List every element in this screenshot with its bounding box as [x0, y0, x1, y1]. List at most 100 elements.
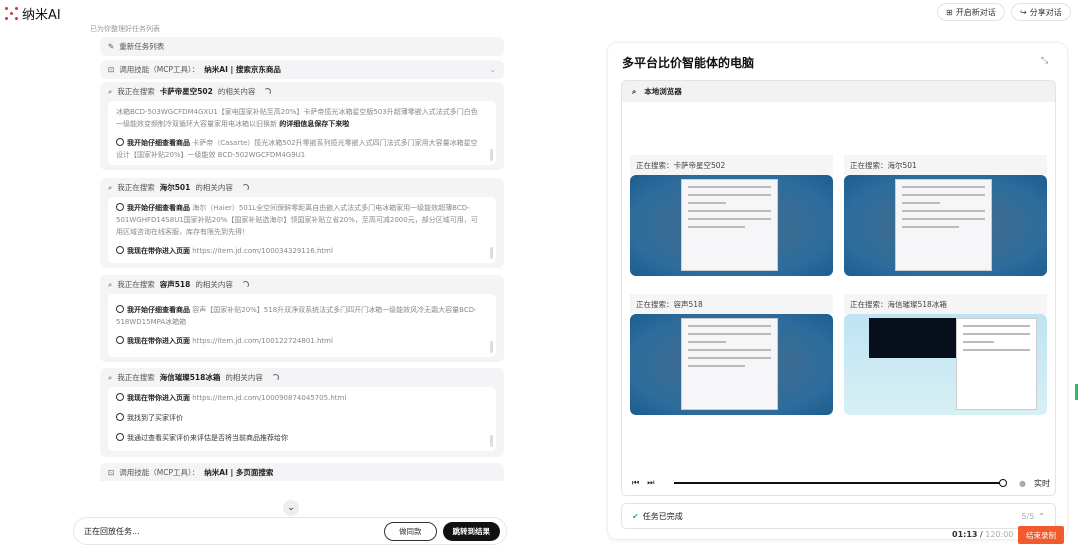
search-suffix: 的相关内容 — [195, 280, 233, 289]
search-card: ⌕ 我正在搜索 海尔501 的相关内容 我开始仔细查看商品 海尔（Haier）501L… — [100, 178, 504, 268]
tile-label: 正在搜索：卡萨帝星空502 — [630, 155, 833, 175]
scrollbar[interactable] — [490, 247, 493, 259]
result-bold: 我现在带你进入页面 — [127, 337, 190, 345]
playback-progress[interactable] — [674, 479, 1008, 487]
new-chat-label: 开启新对话 — [955, 7, 996, 17]
playback-controls: ⏮ ⏭ ● 实时 — [632, 476, 1050, 490]
live-dot-icon: ● — [1019, 478, 1026, 488]
skill-label: 调用技能（MCP工具）： — [119, 65, 200, 74]
logo-icon — [5, 7, 18, 20]
chevron-up-icon: ⌃ — [1038, 511, 1045, 521]
check-icon — [116, 246, 124, 254]
search-results[interactable]: 我现在带你进入页面 https://item.jd.com/1000908740… — [108, 387, 496, 451]
share-label: 分享对话 — [1029, 7, 1062, 17]
share-icon: ↪ — [1020, 7, 1027, 17]
result-text: 我通过查看买家评价来评估是否将当前商品推荐给你 — [127, 434, 288, 442]
search-card: ⌕ 我正在搜索 海信璀璨518冰箱 的相关内容 我现在带你进入页面 https://i… — [100, 368, 504, 457]
app-logo[interactable]: 纳米AI — [5, 4, 61, 23]
scroll-down-button[interactable]: ⌄ — [283, 500, 299, 516]
skill-row[interactable]: ⊡ 调用技能（MCP工具）： 纳米AI | 搜索京东商品 ⌄ — [100, 60, 504, 79]
search-results[interactable]: 我开始仔细查看商品 容声【国家补贴20%】518升双净双系统法式多门四开门冰箱一… — [108, 294, 496, 357]
check-icon — [116, 393, 124, 401]
check-icon — [116, 305, 124, 313]
search-tile[interactable]: 正在搜索：海信璀璨518冰箱 — [844, 294, 1047, 415]
task-done-label: 任务已完成 — [642, 511, 683, 521]
search-suffix: 的相关内容 — [225, 373, 263, 382]
search-tile[interactable]: 正在搜索：容声518 — [630, 294, 833, 415]
loading-icon — [271, 374, 279, 381]
update-tasks-label: 重新任务列表 — [119, 42, 165, 51]
result-link[interactable]: https://item.jd.com/100034329116.html — [192, 247, 333, 255]
progress-knob[interactable] — [999, 479, 1008, 487]
collapse-icon[interactable]: ⤡ — [1041, 56, 1048, 66]
search-tile[interactable]: 正在搜索：卡萨帝星空502 — [630, 155, 833, 276]
update-tasks-row[interactable]: ✎ 重新任务列表 — [100, 37, 504, 56]
timer-elapsed: 01:13 — [952, 530, 978, 539]
scrollbar[interactable] — [490, 149, 493, 161]
faded-text: 已为你整理好任务列表 — [90, 25, 160, 33]
scrollbar[interactable] — [490, 435, 493, 447]
browser-view: ⌕ 本地浏览器 — [621, 80, 1056, 496]
search-term: 卡萨帝星空502 — [159, 87, 213, 96]
search-prefix: 我正在搜索 — [117, 373, 155, 382]
task-status-bar[interactable]: ✔ 任务已完成 5/5 ⌃ — [621, 503, 1056, 529]
scrollbar[interactable] — [490, 341, 493, 353]
chevron-down-icon: ⌄ — [287, 503, 295, 513]
realtime-label[interactable]: 实时 — [1034, 478, 1050, 489]
browser-screenshot — [630, 175, 833, 276]
search-suffix: 的相关内容 — [195, 183, 233, 192]
result-item: 我开始仔细查看商品 容声【国家补贴20%】518升双净双系统法式多门四开门冰箱一… — [116, 304, 484, 328]
check-icon — [116, 138, 124, 146]
skill-label: 调用技能（MCP工具）： — [119, 467, 200, 477]
result-bold: 我开始仔细查看商品 — [127, 306, 190, 314]
search-icon: ⌕ — [108, 182, 113, 192]
search-card: ⌕ 我正在搜索 卡萨帝星空502 的相关内容 冰箱BCD-503WGCFDM4GXU1… — [100, 82, 504, 170]
search-prefix: 我正在搜索 — [117, 280, 155, 289]
search-term: 容声518 — [159, 280, 191, 289]
result-item: 我现在带你进入页面 https://item.jd.com/1000343291… — [116, 245, 484, 257]
search-tile[interactable]: 正在搜索：海尔501 — [844, 155, 1047, 276]
do-same-button[interactable]: 做同款 — [384, 521, 437, 541]
result-bold: 我开始仔细查看商品 — [127, 139, 190, 147]
browser-screenshot — [844, 175, 1047, 276]
toolbox-icon: ⊡ — [108, 65, 115, 74]
tile-label: 正在搜索：容声518 — [630, 294, 833, 314]
loading-icon — [241, 281, 249, 288]
skill-value: 纳米AI | 搜索京东商品 — [204, 65, 281, 74]
search-card: ⌕ 我正在搜索 容声518 的相关内容 我开始仔细查看商品 容声【国家补贴20%】51… — [100, 275, 504, 362]
search-results[interactable]: 我开始仔细查看商品 海尔（Haier）501L全空间保鲜零距离自由嵌入式法式多门… — [108, 197, 496, 263]
end-recording-button[interactable]: 结束录制 — [1018, 526, 1064, 544]
task-count: 5/5 — [1021, 511, 1035, 521]
check-icon — [116, 433, 124, 441]
loading-icon — [241, 184, 249, 191]
result-link[interactable]: https://item.jd.com/100090874045705.html — [192, 394, 346, 402]
next-icon[interactable]: ⏭ — [647, 478, 654, 488]
search-icon: ⌕ — [632, 86, 637, 96]
check-shield-icon: ✔ — [632, 511, 639, 521]
result-link[interactable]: https://item.jd.com/100122724801.html — [192, 337, 333, 345]
previous-icon[interactable]: ⏮ — [632, 478, 639, 488]
result-item: 我现在带你进入页面 https://item.jd.com/1000908740… — [116, 392, 484, 404]
search-icon: ⌕ — [108, 279, 113, 289]
skill-row[interactable]: ⊡ 调用技能（MCP工具）： 纳米AI | 多页面搜索 — [100, 463, 504, 481]
search-term: 海信璀璨518冰箱 — [159, 373, 221, 382]
chat-input-bar[interactable]: 正在回放任务... 做同款 跳转到结果 — [73, 517, 507, 545]
search-results[interactable]: 冰箱BCD-503WGCFDM4GXU1【家电国家补贴至高20%】卡萨帝揽光冰箱… — [108, 101, 496, 165]
search-term: 海尔501 — [159, 183, 191, 192]
search-prefix: 我正在搜索 — [117, 87, 155, 96]
timer-total: 120:00 — [985, 530, 1014, 539]
skill-value: 纳米AI | 多页面搜索 — [204, 467, 274, 477]
check-icon — [116, 413, 124, 421]
jump-to-result-button[interactable]: 跳转到结果 — [442, 521, 500, 541]
result-bold: 我现在带你进入页面 — [127, 247, 190, 255]
browser-label: 本地浏览器 — [644, 87, 682, 96]
new-chat-button[interactable]: ⊞ 开启新对话 — [937, 3, 1005, 21]
result-text: 我找到了买家评价 — [127, 414, 183, 422]
browser-screenshot — [844, 314, 1047, 415]
result-item: 我通过查看买家评价来评估是否将当前商品推荐给你 — [116, 432, 484, 444]
chevron-down-icon: ⌄ — [489, 65, 496, 74]
replay-status: 正在回放任务... — [84, 526, 140, 536]
check-icon — [116, 336, 124, 344]
search-prefix: 我正在搜索 — [117, 183, 155, 192]
share-button[interactable]: ↪ 分享对话 — [1011, 3, 1071, 21]
